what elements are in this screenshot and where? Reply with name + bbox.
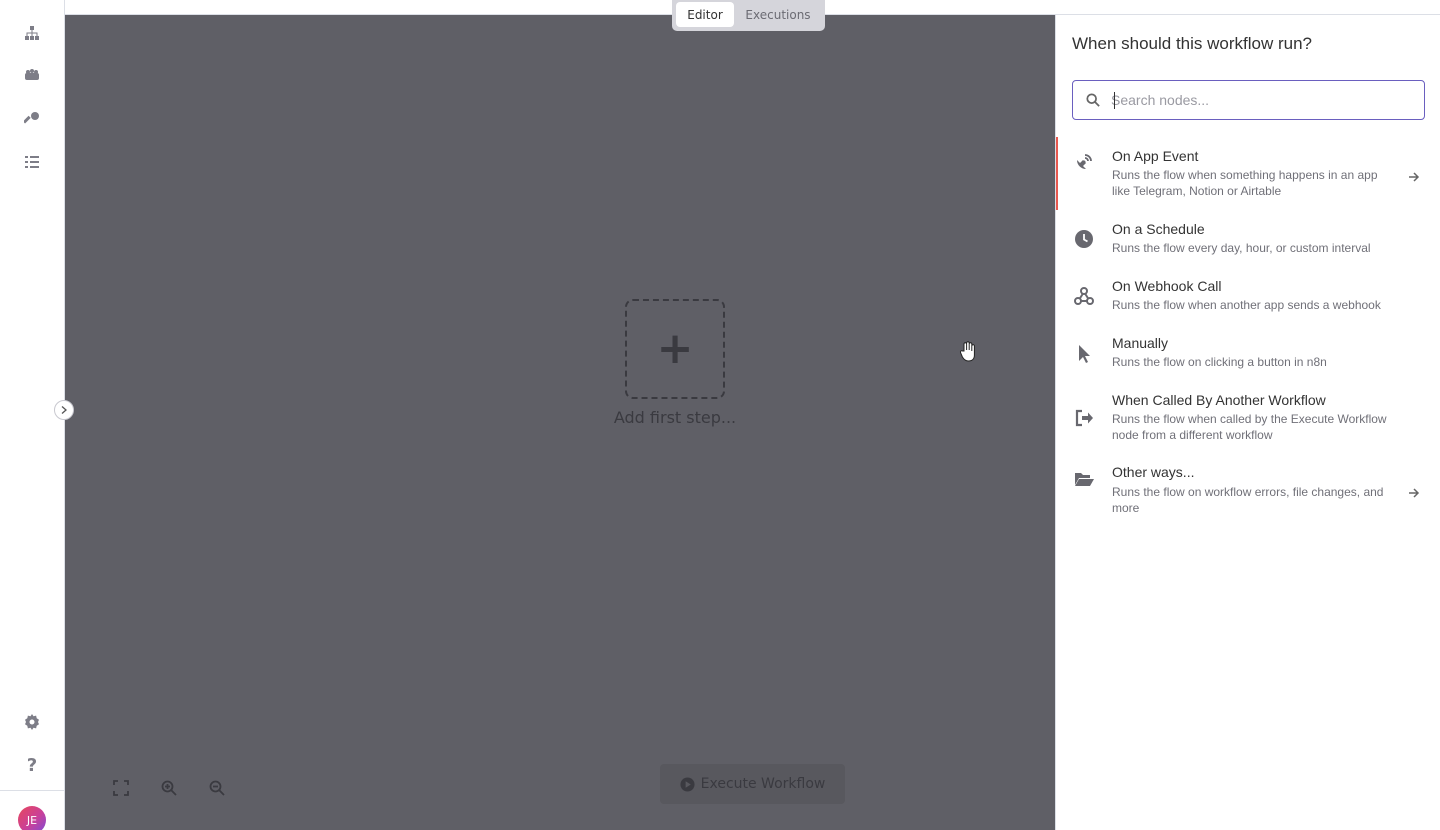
sidebar-divider [0,790,64,791]
arrow-right-icon [1408,484,1422,498]
add-first-step-button[interactable]: + [625,299,725,399]
workflows-icon[interactable] [20,21,44,45]
play-circle-icon [680,776,695,792]
search-box [1072,80,1425,120]
search-input[interactable] [1111,92,1424,108]
item-description: Runs the flow on workflow errors, file c… [1112,485,1384,515]
tab-editor[interactable]: Editor [676,2,734,27]
help-icon[interactable]: ? [20,753,44,777]
item-description: Runs the flow when something happens in … [1112,168,1378,198]
panel-title: When should this workflow run? [1072,34,1313,53]
clock-icon [1073,228,1095,250]
zoom-out-icon [209,780,225,796]
item-title: On Webhook Call [1112,278,1222,294]
zoom-in-icon [161,780,177,796]
cursor-icon [1073,343,1095,365]
item-description: Runs the flow when called by the Execute… [1112,412,1387,442]
item-description: Runs the flow every day, hour, or custom… [1112,241,1371,255]
webhook-icon [1073,285,1095,307]
fit-view-button[interactable] [104,773,138,803]
trigger-item-called-by-workflow[interactable]: When Called By Another Workflow Runs the… [1056,389,1440,453]
item-title: On a Schedule [1112,221,1205,237]
trigger-item-manually[interactable]: Manually Runs the flow on clicking a but… [1056,332,1440,380]
zoom-in-button[interactable] [152,773,186,803]
item-description: Runs the flow on clicking a button in n8… [1112,355,1327,369]
expand-icon [113,780,129,796]
sidebar-collapse-button[interactable] [54,400,74,420]
item-title: Other ways... [1112,464,1195,480]
item-title: When Called By Another Workflow [1112,392,1326,408]
trigger-item-webhook[interactable]: On Webhook Call Runs the flow when anoth… [1056,275,1440,323]
execute-workflow-label: Execute Workflow [700,776,826,792]
add-first-step-label: Add first step... [613,408,737,427]
executions-icon[interactable] [20,150,44,174]
templates-icon[interactable] [20,64,44,88]
view-tabs: Editor Executions [672,0,825,31]
trigger-item-other-ways[interactable]: Other ways... Runs the flow on workflow … [1056,461,1440,525]
hand-cursor-icon [959,341,975,362]
sign-out-icon [1073,407,1095,429]
search-icon [1086,93,1100,107]
arrow-right-icon [1408,168,1422,182]
chevron-right-icon [61,406,67,414]
satellite-dish-icon [1073,151,1095,173]
workflow-canvas[interactable]: + Add first step... Execute Workflow [65,15,1055,830]
item-description: Runs the flow when another app sends a w… [1112,298,1381,312]
avatar-initials: JE [26,813,38,827]
folder-open-icon [1073,468,1095,490]
credentials-icon[interactable] [20,107,44,131]
trigger-item-schedule[interactable]: On a Schedule Runs the flow every day, h… [1056,218,1440,266]
text-caret [1114,92,1115,109]
settings-icon[interactable] [20,710,44,734]
trigger-item-app-event[interactable]: On App Event Runs the flow when somethin… [1056,137,1440,210]
plus-icon: + [656,323,694,374]
node-creator-panel: When should this workflow run? On App Ev… [1055,15,1440,830]
item-title: Manually [1112,335,1169,351]
avatar[interactable]: JE [18,806,46,830]
execute-workflow-button[interactable]: Execute Workflow [660,764,845,804]
tab-executions[interactable]: Executions [737,2,819,27]
item-title: On App Event [1112,148,1199,164]
zoom-out-button[interactable] [200,773,234,803]
